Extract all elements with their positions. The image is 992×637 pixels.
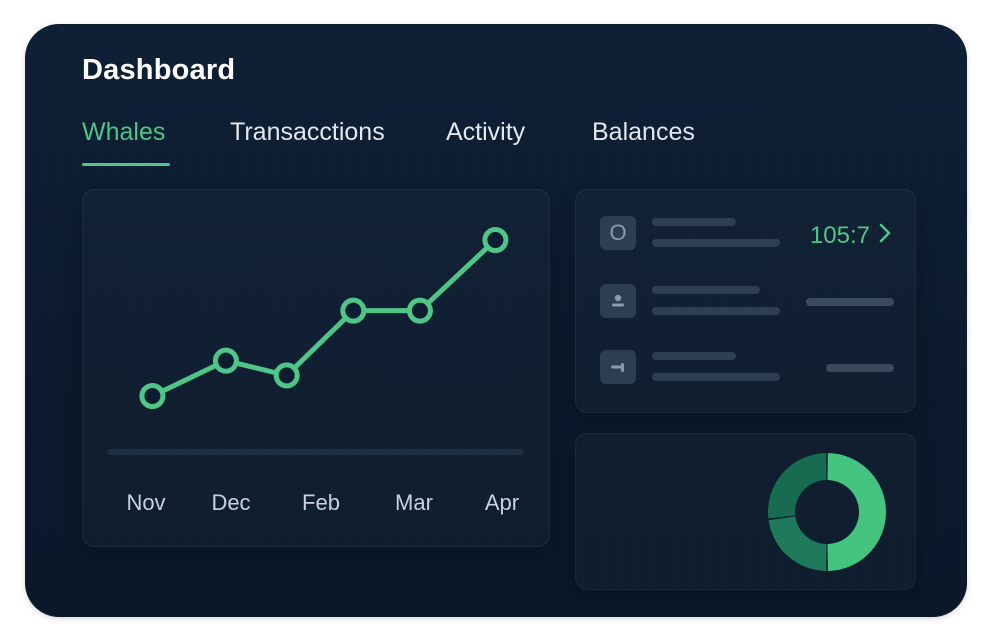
person-icon (600, 284, 636, 318)
chevron-right-icon[interactable] (878, 222, 892, 250)
list-item[interactable] (600, 284, 894, 320)
stat-value[interactable]: 105:7 (810, 222, 892, 250)
data-point[interactable] (273, 362, 300, 389)
donut-segment[interactable] (768, 516, 827, 571)
placeholder-bar (652, 218, 736, 226)
x-tick-label: Apr (485, 490, 519, 515)
stat-value-text: 105:7 (809, 222, 870, 249)
x-tick-label: Feb (302, 490, 340, 515)
tab-whales[interactable]: Whales (82, 118, 165, 147)
circle-o-icon: O (600, 216, 636, 250)
x-tick-label: Nov (126, 490, 165, 515)
donut-chart-card (575, 433, 916, 590)
placeholder-value-bar (806, 298, 894, 306)
placeholder-value-bar (826, 364, 894, 372)
placeholder-bar (652, 307, 780, 315)
active-tab-indicator (82, 163, 170, 166)
data-point[interactable] (212, 347, 239, 374)
data-point[interactable] (139, 383, 166, 409)
line-chart-card: Nov Dec Feb Mar Apr (82, 189, 550, 547)
tab-activity[interactable]: Activity (446, 118, 525, 147)
page-title: Dashboard (82, 54, 236, 86)
arrow-right-icon (600, 350, 636, 384)
series-line (151, 238, 498, 399)
x-tick-label: Mar (395, 490, 433, 515)
line-chart: Nov Dec Feb Mar Apr (107, 227, 524, 515)
data-point[interactable] (340, 297, 367, 324)
placeholder-bar (652, 352, 736, 360)
donut-segment[interactable] (827, 453, 886, 571)
list-item[interactable]: O 105:7 (600, 216, 892, 252)
placeholder-bar (652, 286, 760, 294)
data-point[interactable] (482, 227, 509, 253)
placeholder-bar (652, 373, 780, 381)
stats-list-card: O 105:7 (575, 189, 916, 413)
list-item[interactable] (600, 350, 894, 386)
app-window: Dashboard Whales Transacctions Activity … (25, 24, 967, 617)
placeholder-bar (652, 239, 780, 247)
data-point[interactable] (406, 297, 433, 324)
tab-transactions[interactable]: Transacctions (230, 118, 385, 147)
x-tick-label: Dec (211, 490, 250, 515)
tab-balances[interactable]: Balances (592, 118, 695, 147)
donut-chart (768, 453, 886, 571)
donut-segment[interactable] (768, 453, 827, 519)
